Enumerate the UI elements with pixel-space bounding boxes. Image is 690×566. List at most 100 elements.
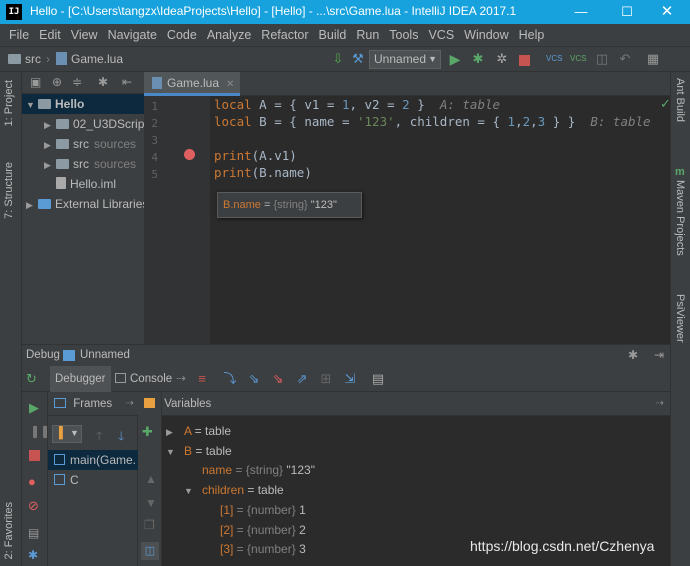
make-icon[interactable]: ⚒ [350,51,366,67]
arrow-down-icon[interactable]: ▼ [145,496,157,510]
variable-row[interactable]: [3] = {number} 3 [202,540,306,559]
menu-window[interactable]: Window [459,28,513,42]
breakpoint-icon[interactable] [184,149,195,160]
stop-icon[interactable] [519,55,530,66]
pin-icon[interactable]: ⇢ [656,392,664,416]
collapse-icon[interactable]: ≑ [72,75,82,89]
menu-analyze[interactable]: Analyze [202,28,256,42]
vcs-update-icon[interactable]: VCS [546,51,562,67]
drop-frame-icon[interactable]: ⊞ [318,371,334,387]
view-breakpoints-icon[interactable]: ● [28,474,36,489]
chevron-down-icon[interactable]: ▼ [166,443,176,462]
mute-breakpoints-icon[interactable]: ⊘ [28,498,39,514]
add-watch-icon[interactable]: ✚ [142,424,153,440]
menu-vcs[interactable]: VCS [423,28,459,42]
variable-row[interactable]: name = {string} "123" [184,461,315,480]
step-out-icon[interactable]: ⇗ [294,371,310,387]
menu-tools[interactable]: Tools [384,28,423,42]
tab-structure[interactable]: 7: Structure [3,162,15,219]
arrow-up-icon[interactable]: ▲ [145,472,157,486]
tab-ant-build[interactable]: Ant Build [674,78,686,122]
project-toolbar: ▣ ⊕ ≑ ✱ ⇤ [22,72,144,94]
menu-view[interactable]: View [66,28,103,42]
build-icon[interactable]: ⇩ [330,51,346,67]
chevron-right-icon[interactable]: ▶ [44,135,56,155]
close-icon[interactable]: ✕ [644,0,690,24]
arrow-down-icon[interactable]: 🡓 [118,427,124,448]
layout-icon[interactable]: ▤ [28,526,39,540]
tree-item[interactable]: ▶ src sources [22,154,144,174]
menu-build[interactable]: Build [314,28,352,42]
editor-gutter[interactable]: 1 2 3 4 5 [144,96,210,344]
tab-maven-projects[interactable]: Maven Projects [674,180,686,256]
chevron-down-icon[interactable]: ▼ [184,482,194,501]
settings-icon[interactable]: ✱ [28,548,38,562]
resume-icon[interactable]: ▶ [29,400,39,416]
project-structure-icon[interactable]: ▦ [645,51,661,67]
tab-project[interactable]: 1: Project [3,80,15,126]
menu-file[interactable]: File [4,28,34,42]
tree-item[interactable]: ▶ src sources [22,134,144,154]
copy-icon[interactable]: ❐ [144,518,155,532]
gear-icon[interactable]: ✱ [98,75,108,89]
menu-refactor[interactable]: Refactor [256,28,313,42]
evaluate-icon[interactable]: ▤ [370,371,386,387]
run-icon[interactable]: ▶ [447,51,463,67]
stop-icon[interactable] [29,450,40,461]
step-into-icon[interactable]: ⇘ [246,371,262,387]
chevron-down-icon[interactable]: ▼ [26,95,38,115]
debug-icon[interactable]: ✱ [470,51,486,67]
chevron-right-icon[interactable]: ▶ [166,423,176,442]
chevron-right-icon[interactable]: ▶ [26,195,38,215]
tree-item[interactable]: ▼ Hello [22,94,144,114]
menu-run[interactable]: Run [351,28,384,42]
variable-row[interactable]: ▼ children = table [184,481,284,500]
pin-icon[interactable]: ⇢ [176,373,186,385]
variable-row[interactable]: ▶ A = table [166,422,231,441]
run-config-select[interactable]: Unnamed ▼ [369,50,441,69]
pin-icon[interactable]: ⇢ [126,392,134,416]
menu-edit[interactable]: Edit [34,28,66,42]
frame-item[interactable]: main(Game. [48,450,138,470]
close-tab-icon[interactable]: ✕ [226,79,234,90]
code-editor[interactable]: local A = { v1 = 1, v2 = 2 } A: table loc… [210,96,670,344]
variable-row[interactable]: ▼ B = table [166,442,232,461]
breadcrumb-file[interactable]: Game.lua [56,52,123,66]
tab-console[interactable]: Console ⇢ [110,366,191,392]
tree-item-label: src [73,157,89,171]
force-step-into-icon[interactable]: ⇘ [270,371,286,387]
menu-code[interactable]: Code [162,28,202,42]
tab-psiviewer[interactable]: PsiViewer [674,294,686,343]
locate-icon[interactable]: ⊕ [52,75,62,89]
show-execution-point-icon[interactable]: ≡ [194,371,210,387]
thread-select[interactable]: ▐ ▼ [52,425,82,443]
gear-icon[interactable]: ✱ [628,348,638,362]
watches-icon[interactable]: ◫ [141,542,159,560]
run-to-cursor-icon[interactable]: ⇲ [342,371,358,387]
hide-icon[interactable]: ⇥ [654,348,664,362]
variable-row[interactable]: [1] = {number} 1 [202,501,306,520]
arrow-up-icon[interactable]: 🡑 [96,427,102,448]
tree-item[interactable]: ▶ External Libraries [22,194,148,215]
tab-game-lua[interactable]: Game.lua ✕ [144,72,240,96]
tab-debugger[interactable]: Debugger [50,366,111,392]
revert-icon[interactable]: ↶ [617,51,633,67]
step-over-icon[interactable]: ⤵ [222,371,238,387]
tree-item[interactable]: ▶ 02_U3DScrip [22,114,144,134]
frame-item[interactable]: C [48,470,138,490]
history-icon[interactable]: ◫ [594,51,610,67]
minimize-icon[interactable]: — [558,0,604,24]
rerun-icon[interactable]: ↻ [26,371,37,387]
tree-item[interactable]: Hello.iml [22,174,144,194]
chevron-right-icon[interactable]: ▶ [44,115,56,135]
project-view-icon[interactable]: ▣ [30,75,41,89]
chevron-right-icon[interactable]: ▶ [44,155,56,175]
menu-navigate[interactable]: Navigate [103,28,162,42]
tab-favorites[interactable]: 2: Favorites [3,502,15,559]
variable-row[interactable]: [2] = {number} 2 [202,521,306,540]
breadcrumb-src[interactable]: src [8,52,41,66]
hide-icon[interactable]: ⇤ [122,75,132,89]
vcs-commit-icon[interactable]: VCS [570,51,586,67]
coverage-icon[interactable]: ✲ [494,51,510,67]
menu-help[interactable]: Help [514,28,550,42]
